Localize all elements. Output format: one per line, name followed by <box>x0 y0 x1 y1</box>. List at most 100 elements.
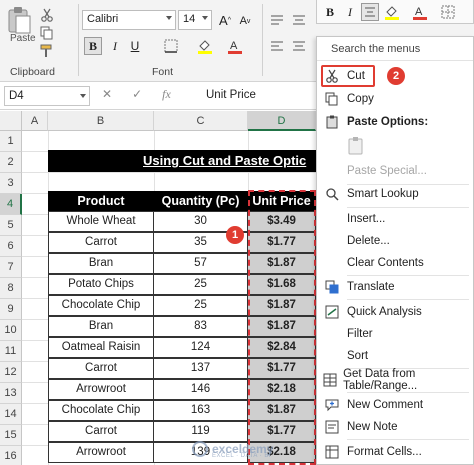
context-menu: Search the menus Cut 2 Copy Paste Option… <box>316 36 474 465</box>
mini-center-button[interactable] <box>361 3 379 21</box>
enter-icon[interactable]: ✓ <box>132 87 142 105</box>
quantity-cell[interactable]: 57 <box>153 253 248 274</box>
menu-item-label: Delete... <box>347 235 390 247</box>
row-header[interactable]: 2 <box>0 152 22 173</box>
quantity-cell[interactable]: 83 <box>153 316 248 337</box>
product-cell[interactable]: Arrowroot <box>48 379 154 400</box>
menu-item-label: Smart Lookup <box>347 188 419 200</box>
menu-item-delete[interactable]: Delete... <box>317 230 473 252</box>
row-header[interactable]: 6 <box>0 236 22 257</box>
menu-search[interactable]: Search the menus <box>317 37 473 61</box>
row-header[interactable]: 14 <box>0 404 22 425</box>
menu-item-label: Sort <box>347 350 369 362</box>
cancel-icon[interactable]: ✕ <box>102 87 112 105</box>
bold-button[interactable]: B <box>84 37 102 55</box>
name-box[interactable]: D4 <box>4 86 90 106</box>
formula-input[interactable]: Unit Price <box>200 86 320 106</box>
row-header[interactable]: 10 <box>0 320 22 341</box>
fill-color-icon[interactable] <box>196 37 214 55</box>
menu-item-quick-analysis[interactable]: Quick Analysis <box>317 301 473 323</box>
product-cell[interactable]: Carrot <box>48 421 154 442</box>
header-product[interactable]: Product <box>48 191 154 212</box>
product-cell[interactable]: Carrot <box>48 358 154 379</box>
menu-item-label: Format Cells... <box>347 446 422 458</box>
font-size-select[interactable]: 14 <box>178 10 212 30</box>
select-all-corner[interactable] <box>0 111 22 131</box>
chevron-down-icon <box>202 16 208 20</box>
menu-item-insert[interactable]: Insert... <box>317 208 473 230</box>
product-cell[interactable]: Carrot <box>48 232 154 253</box>
quantity-cell[interactable]: 137 <box>153 358 248 379</box>
product-cell[interactable]: Chocolate Chip <box>48 295 154 316</box>
underline-button[interactable]: U <box>126 37 144 55</box>
row-header[interactable]: 5 <box>0 215 22 236</box>
copy-icon <box>317 92 347 106</box>
product-cell[interactable]: Bran <box>48 316 154 337</box>
column-header-a[interactable]: A <box>22 111 48 131</box>
product-cell[interactable]: Arrowroot <box>48 442 154 463</box>
menu-item-sort[interactable]: Sort <box>317 345 473 367</box>
font-color-icon[interactable]: A <box>226 37 244 55</box>
product-cell[interactable]: Oatmeal Raisin <box>48 337 154 358</box>
menu-item-smart-lookup[interactable]: Smart Lookup <box>317 183 473 205</box>
product-cell[interactable]: Whole Wheat <box>48 211 154 232</box>
insert-function-icon[interactable]: fx <box>162 87 171 105</box>
row-header[interactable]: 9 <box>0 299 22 320</box>
italic-button[interactable]: I <box>106 37 124 55</box>
row-header[interactable]: 13 <box>0 383 22 404</box>
menu-item-paste-special[interactable]: Paste Special... <box>317 160 473 182</box>
cut-icon[interactable] <box>40 8 56 22</box>
quantity-cell[interactable]: 163 <box>153 400 248 421</box>
row-header[interactable]: 11 <box>0 341 22 362</box>
font-size-value: 14 <box>183 13 196 25</box>
mini-bold-button[interactable]: B <box>321 3 339 21</box>
sheet-title[interactable]: Using Cut and Paste Optic <box>48 150 318 172</box>
row-header[interactable]: 4 <box>0 194 22 215</box>
increase-font-icon[interactable]: A ^ <box>216 11 234 29</box>
quantity-cell[interactable]: 124 <box>153 337 248 358</box>
row-header[interactable]: 15 <box>0 425 22 446</box>
header-quantity[interactable]: Quantity (Pc) <box>153 191 248 212</box>
menu-item-format-cells[interactable]: Format Cells... <box>317 441 473 463</box>
search-icon <box>317 187 347 201</box>
align-left-icon[interactable] <box>268 37 286 55</box>
row-header[interactable]: 8 <box>0 278 22 299</box>
menu-item-get-data[interactable]: Get Data from Table/Range... <box>317 368 473 392</box>
align-middle-icon[interactable] <box>290 11 308 29</box>
quantity-cell[interactable]: 25 <box>153 274 248 295</box>
menu-item-translate[interactable]: Translate <box>317 276 473 298</box>
row-header[interactable]: 12 <box>0 362 22 383</box>
row-header[interactable]: 16 <box>0 446 22 465</box>
mini-borders-icon[interactable] <box>439 3 457 21</box>
column-header-d[interactable]: D <box>248 111 316 131</box>
column-header-b[interactable]: B <box>48 111 154 131</box>
format-painter-icon[interactable] <box>40 44 56 58</box>
menu-item-filter[interactable]: Filter <box>317 323 473 345</box>
format-cells-icon <box>317 445 347 459</box>
decrease-font-icon[interactable]: Av <box>236 12 254 30</box>
row-header[interactable]: 3 <box>0 173 22 194</box>
menu-item-new-comment[interactable]: New Comment <box>317 394 473 416</box>
mini-font-color-icon[interactable]: A <box>411 3 429 21</box>
product-cell[interactable]: Potato Chips <box>48 274 154 295</box>
menu-separator <box>347 392 469 393</box>
menu-item-copy[interactable]: Copy <box>317 88 473 110</box>
align-top-icon[interactable] <box>268 11 286 29</box>
product-cell[interactable]: Chocolate Chip <box>48 400 154 421</box>
column-header-c[interactable]: C <box>154 111 248 131</box>
menu-item-new-note[interactable]: New Note <box>317 416 473 438</box>
ribbon-separator <box>78 4 79 76</box>
product-cell[interactable]: Bran <box>48 253 154 274</box>
row-header[interactable]: 7 <box>0 257 22 278</box>
borders-icon[interactable] <box>162 37 180 55</box>
font-name-select[interactable]: Calibri <box>82 10 176 30</box>
mini-fill-color-icon[interactable] <box>383 3 401 21</box>
quantity-cell[interactable]: 146 <box>153 379 248 400</box>
row-header[interactable]: 1 <box>0 131 22 152</box>
menu-item-clear-contents[interactable]: Clear Contents <box>317 252 473 274</box>
align-center-icon[interactable] <box>290 37 308 55</box>
paste-option-button[interactable] <box>317 134 473 160</box>
mini-italic-button[interactable]: I <box>341 3 359 21</box>
copy-icon[interactable] <box>40 26 56 40</box>
quantity-cell[interactable]: 25 <box>153 295 248 316</box>
